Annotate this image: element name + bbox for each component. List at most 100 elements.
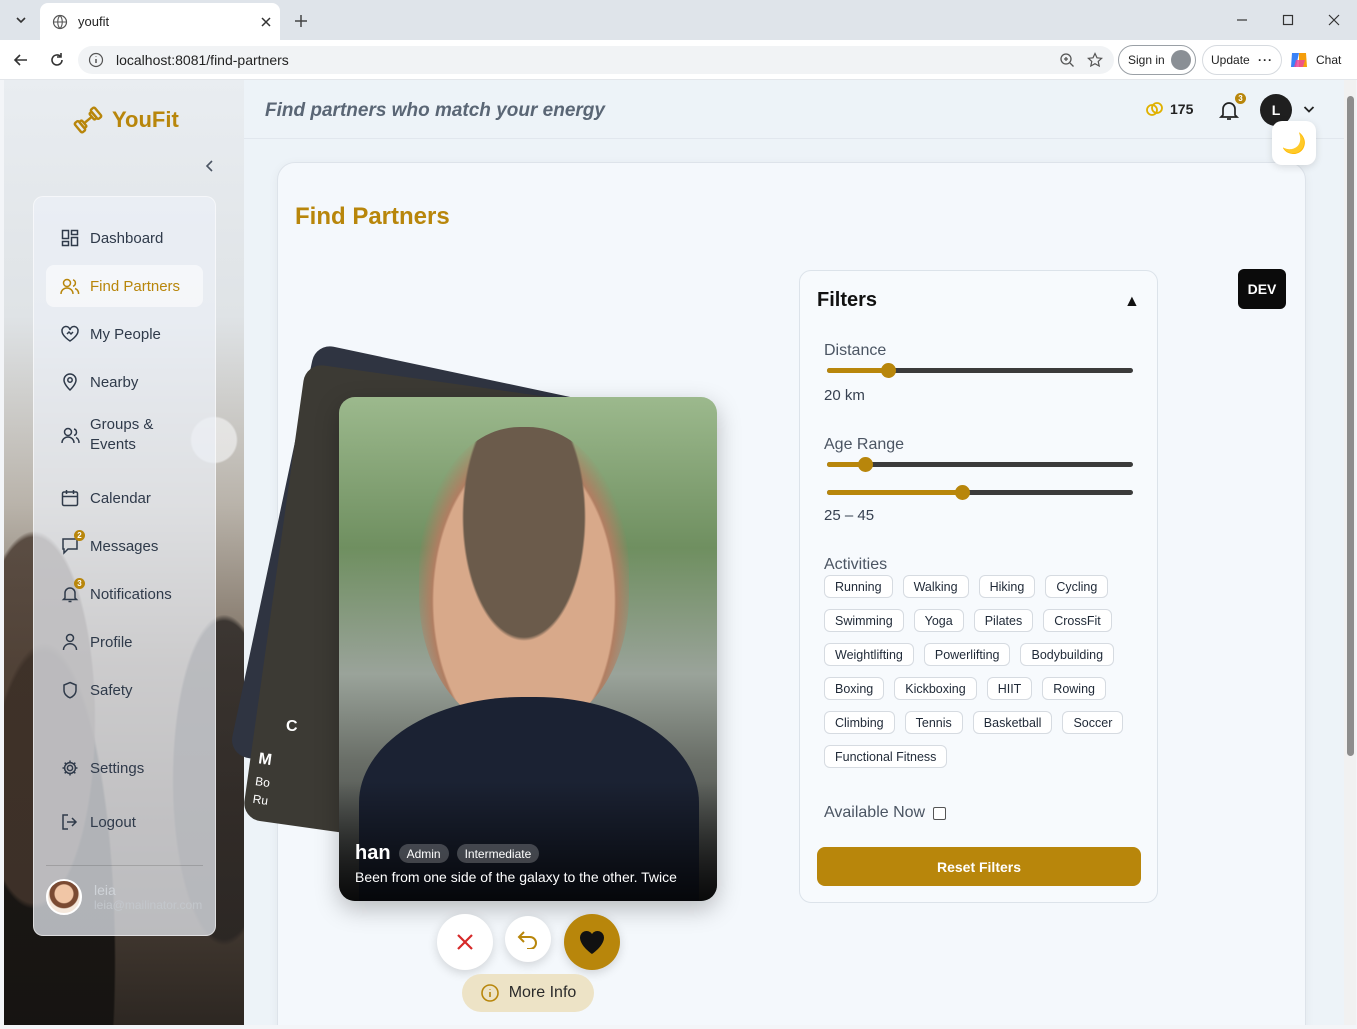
dev-badge[interactable]: DEV [1238, 269, 1286, 309]
stacked-card-initial: C [286, 718, 298, 735]
age-min-slider-thumb[interactable] [858, 457, 874, 472]
age-max-slider-thumb[interactable] [954, 485, 970, 500]
new-tab-button[interactable] [288, 8, 314, 34]
reload-button[interactable] [44, 48, 70, 72]
info-icon[interactable] [88, 52, 104, 68]
url-field[interactable]: localhost:8081/find-partners [78, 46, 1114, 74]
close-window-button[interactable] [1311, 0, 1357, 40]
profile-card[interactable]: han Admin Intermediate Been from one sid… [339, 397, 717, 901]
notifications-badge: 3 [74, 578, 85, 589]
age-max-slider[interactable] [827, 485, 1133, 500]
sidebar-item-settings[interactable]: Settings [46, 747, 203, 789]
user-icon [60, 632, 80, 652]
activity-chip[interactable]: CrossFit [1043, 609, 1112, 632]
sidebar-item-profile[interactable]: Profile [46, 621, 203, 663]
sidebar-item-calendar[interactable]: Calendar [46, 477, 203, 519]
profile-tag: Intermediate [456, 844, 540, 863]
activity-chip[interactable]: Boxing [824, 677, 885, 700]
coins-icon [1146, 102, 1163, 116]
heart-handshake-icon [60, 324, 80, 344]
dark-mode-toggle[interactable]: 🌙 [1272, 121, 1316, 165]
profile-avatar-icon [1171, 50, 1191, 70]
age-min-slider[interactable] [827, 457, 1133, 472]
activity-chip[interactable]: Climbing [824, 711, 895, 734]
sidebar-item-safety[interactable]: Safety [46, 669, 203, 711]
sidebar-item-my-people[interactable]: My People [46, 313, 203, 355]
more-icon: ··· [1258, 53, 1273, 67]
activity-chip[interactable]: Walking [902, 575, 969, 598]
reset-filters-button[interactable]: Reset Filters [817, 847, 1141, 886]
notifications-button[interactable]: 3 [1218, 93, 1246, 121]
sidebar-item-logout[interactable]: Logout [46, 801, 203, 843]
stacked-card-line: Bo [254, 774, 271, 790]
dumbbell-icon [73, 106, 103, 134]
scrollbar-thumb[interactable] [1347, 96, 1354, 756]
top-bar: Find partners who match your energy 175 … [244, 80, 1356, 165]
available-now-checkbox[interactable] [933, 806, 947, 820]
sidebar-item-groups-events[interactable]: Groups & Events [46, 409, 203, 461]
activity-chip[interactable]: Pilates [973, 609, 1034, 632]
chat-button[interactable]: Chat [1288, 45, 1350, 75]
pass-button[interactable] [437, 914, 493, 970]
sidebar-item-label: Calendar [90, 489, 151, 507]
available-now-row[interactable]: Available Now [824, 804, 947, 822]
sidebar-item-notifications[interactable]: 3 Notifications [46, 573, 203, 615]
activity-chip[interactable]: Running [824, 575, 893, 598]
sidebar-item-messages[interactable]: 2 Messages [46, 525, 203, 567]
globe-icon [52, 14, 68, 29]
collapse-sidebar-button[interactable] [200, 156, 220, 176]
brand-logo[interactable]: YouFit [72, 106, 179, 134]
message-icon: 2 [60, 530, 85, 556]
activity-chip[interactable]: Soccer [1062, 711, 1124, 734]
more-info-button[interactable]: More Info [462, 974, 594, 1012]
activity-chip[interactable]: Swimming [824, 609, 904, 632]
close-icon[interactable] [260, 16, 272, 28]
sidebar-user[interactable]: leia leia@mailinator.com [46, 879, 202, 915]
activity-chip[interactable]: Weightlifting [824, 643, 914, 666]
available-now-label: Available Now [824, 804, 926, 821]
activity-chip[interactable]: Hiking [978, 575, 1036, 598]
maximize-button[interactable] [1265, 0, 1311, 40]
activity-chip[interactable]: Functional Fitness [824, 745, 948, 768]
user-menu-toggle[interactable] [1302, 102, 1316, 116]
update-button[interactable]: Update ··· [1202, 45, 1282, 75]
tab-search-button[interactable] [8, 6, 34, 34]
sidebar-item-nearby[interactable]: Nearby [46, 361, 203, 403]
back-button[interactable] [8, 48, 34, 72]
main-card: Find Partners DEV M Bo Ru C han Admin In… [228, 162, 1306, 1025]
activity-chip[interactable]: Cycling [1045, 575, 1109, 598]
star-icon[interactable] [1086, 51, 1104, 69]
sign-in-button[interactable]: Sign in [1118, 45, 1196, 75]
activity-chip[interactable]: Yoga [913, 609, 964, 632]
coins-counter[interactable]: 175 [1146, 101, 1193, 117]
distance-slider[interactable] [827, 363, 1133, 378]
moon-icon: 🌙 [1281, 132, 1307, 155]
address-bar-row: localhost:8081/find-partners Sign in Upd… [0, 40, 1357, 80]
chevron-down-icon [1303, 106, 1315, 113]
logout-icon [60, 812, 80, 832]
stacked-card-name: M [257, 750, 273, 770]
page-title: Find Partners [295, 203, 450, 230]
filters-collapse-toggle[interactable]: ▲ [1124, 293, 1140, 311]
sidebar-item-label: Logout [90, 813, 136, 831]
undo-button[interactable] [505, 916, 551, 962]
activity-chip[interactable]: Powerlifting [923, 643, 1011, 666]
copilot-icon [1291, 53, 1307, 67]
distance-slider-thumb[interactable] [881, 363, 897, 378]
avatar [46, 879, 82, 915]
activity-chip[interactable]: Tennis [904, 711, 963, 734]
sidebar-item-find-partners[interactable]: Find Partners [46, 265, 203, 307]
page-scrollbar[interactable] [1344, 80, 1356, 1025]
activity-chip[interactable]: Bodybuilding [1020, 643, 1115, 666]
like-button[interactable] [564, 914, 620, 970]
minimize-button[interactable] [1219, 0, 1265, 40]
zoom-icon[interactable] [1058, 51, 1076, 69]
sidebar-item-dashboard[interactable]: Dashboard [46, 217, 203, 259]
chevron-left-icon [205, 160, 213, 172]
activity-chip[interactable]: Basketball [972, 711, 1053, 734]
browser-tab[interactable]: youfit [40, 3, 280, 40]
messages-badge: 2 [74, 530, 85, 541]
activity-chip[interactable]: Kickboxing [894, 677, 977, 700]
activity-chip[interactable]: Rowing [1042, 677, 1106, 700]
activity-chip[interactable]: HIIT [986, 677, 1033, 700]
